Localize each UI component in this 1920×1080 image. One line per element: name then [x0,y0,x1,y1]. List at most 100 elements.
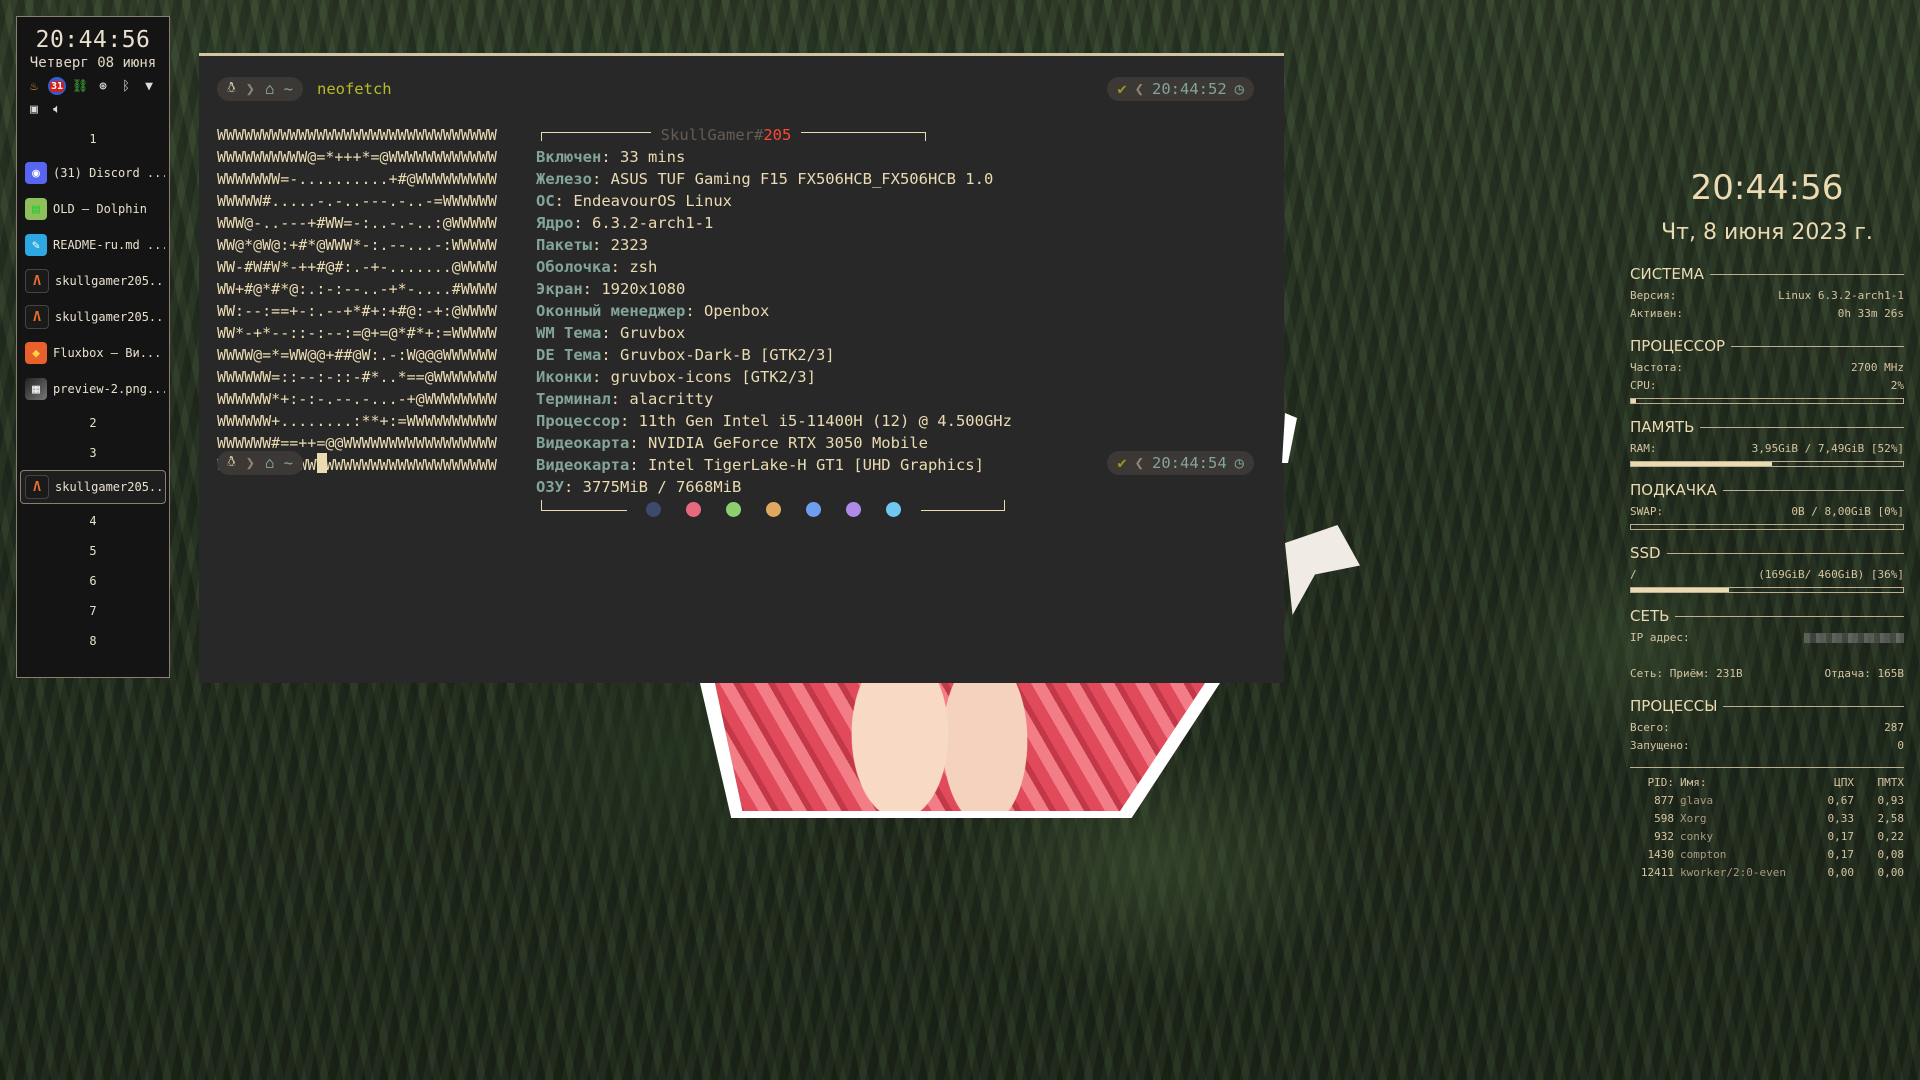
info-row: Терминал: alacritty [536,390,714,408]
workspace-4[interactable]: 4 [17,506,169,536]
info-row: Включен: 33 mins [536,148,686,166]
ascii-line: WWWWWW=::--:-::-#*..*==@WWWWWWW [217,368,497,386]
status-segment: ✔ ❮ 20:44:52 ◷ [1107,77,1254,101]
fire-icon[interactable]: ♨ [25,77,43,95]
taskbar-item[interactable]: Λskullgamer205... [20,470,166,504]
ssd-section: SSD / (169GiB/ 460GiB) [36%] [1630,544,1904,593]
info-header: SkullGamer#205 [536,124,1056,146]
info-value: EndeavourOS Linux [573,192,732,210]
ascii-line: WWWW@=*=WW@@+##@W:.-:W@@@WWWWWW [217,346,497,364]
network-icon[interactable]: ⛓ [71,77,89,95]
section-title: ПОДКАЧКА [1630,481,1904,499]
taskbar-item[interactable]: ◉ (31) Discord ... [20,156,166,190]
cpu-section: ПРОЦЕССОР Частота: 2700 MHz CPU: 2% [1630,337,1904,404]
process-table: PID: Имя: ЦПХ ПМТХ 877 glava 0,67 0,93 598 Xorg 0,… [1630,767,1904,882]
net-send: 165B [1877,667,1905,680]
workspace-1[interactable]: 1 [17,124,169,154]
taskbar-item[interactable]: ◆ Fluxbox — Ви... [20,336,166,370]
conky-clock: 20:44:56 [1690,168,1844,208]
chevron-left-icon: ❮ [1134,454,1144,472]
name-cell: kworker/2:0-even [1680,866,1786,879]
ip-address-redacted [1804,633,1904,643]
workspace-2[interactable]: 2 [17,408,169,438]
wallpaper-art-fragment [1282,413,1297,463]
discord-icon: ◉ [25,162,47,184]
workspace-3[interactable]: 3 [17,438,169,468]
ascii-line: WW+#@*#*@:.:-:--..-+*-....#WWWW [217,280,497,298]
process-row: 1430 compton 0,17 0,08 [1630,846,1905,864]
section-title: SSD [1630,544,1904,562]
pid-cell: PID: [1647,776,1675,789]
command-text: neofetch [316,80,392,98]
cpu-cell: 0,17 [1827,830,1855,843]
info-value: NVIDIA GeForce RTX 3050 Mobile [648,434,928,452]
info-rows: Включен: 33 mins Железо: ASUS TUF Gaming … [536,146,1056,498]
info-row: ОЗУ: 3775MiB / 7668MiB [536,478,742,496]
swap-bar [1630,524,1904,530]
cpu-cell: 0,67 [1827,794,1855,807]
network-section: СЕТЬ IP адрес: Сеть: Приём: 231B Отдача: … [1630,607,1905,680]
section-title: СИСТЕМА [1630,265,1904,283]
pid-cell: 932 [1654,830,1674,843]
taskbar-item[interactable]: ▦ preview-2.png... [20,372,166,406]
taskbar-item[interactable]: ✎ README-ru.md ... [20,228,166,262]
conky-widget: 20:44:56 Чт, 8 июня 2023 г. СИСТЕМА Верс… [1630,160,1904,882]
process-table-header: PID: Имя: ЦПХ ПМТХ [1630,774,1905,792]
home-icon: ⌂ ~ [264,454,293,472]
info-row: Оконный менеджер: Openbox [536,302,770,320]
ascii-line: WW:--:==+-:.--+*#+:+#@:-+:@WWWW [217,302,497,320]
process-row: 877 glava 0,67 0,93 [1630,792,1904,810]
name-cell: compton [1680,848,1727,861]
taskbar-item-label: skullgamer205... [55,480,166,494]
info-key: ОС [536,192,555,210]
taskbar-item[interactable]: Λskullgamer205... [20,264,166,298]
info-key: Включен [536,148,602,166]
ascii-line: WWWWWW*+:-:-.--.-...-+@WWWWWWWW [217,390,497,408]
calendar-icon[interactable]: 31 [48,77,66,95]
conky-date: Чт, 8 июня 2023 г. [1661,220,1873,245]
info-value: ASUS TUF Gaming F15 FX506HCB_FX506HCB 1.… [610,170,994,188]
clipboard-icon[interactable]: ▣ [25,100,43,118]
workspace-5[interactable]: 5 [17,536,169,566]
workspace-8[interactable]: 8 [17,626,169,656]
name-cell: Xorg [1680,812,1707,825]
info-key: Пакеты [536,236,592,254]
pid-cell: 877 [1654,794,1674,807]
prompt-segment: 🐧︎ ❯ ⌂ ~ [217,77,303,101]
info-key: DE Тема [536,346,602,364]
info-value: gruvbox-icons [GTK2/3] [610,368,816,386]
name-cell: Имя: [1680,776,1707,789]
alacritty-icon: Λ [25,305,49,329]
info-row: Пакеты: 2323 [536,236,648,254]
text-cursor[interactable] [316,453,327,473]
info-key: Видеокарта [536,456,630,474]
ascii-line: WWW@-..---+#WW=-:..-.-..:@WWWWW [217,214,497,232]
swap-section: ПОДКАЧКА SWAP: 0B / 8,00GiB [0%] [1630,481,1904,530]
neofetch-info: SkullGamer#205 Включен: 33 mins Железо: A… [536,124,1056,522]
memory-section: ПАМЯТЬ RAM: 3,95GiB / 7,49GiB [52%] [1630,418,1904,467]
info-value: 2323 [610,236,648,254]
prompt-path: ~ [283,80,293,98]
info-value: 11th Gen Intel i5-11400H (12) @ 4.500GHz [638,412,1012,430]
taskbar-item[interactable]: ▤ OLD — Dolphin [20,192,166,226]
wifi-icon[interactable]: ▼ [140,77,158,95]
chevron-left-icon: ❮ [1134,80,1144,98]
info-key: Железо [536,170,592,188]
name-cell: glava [1680,794,1714,807]
proc-running: 0 [1897,739,1904,752]
ram-usage: 3,95GiB / 7,49GiB [52%] [1751,442,1904,455]
terminal-window[interactable]: 🐧︎ ❯ ⌂ ~ neofetch ✔ ❮ 20:44:52 ◷ WWWWWWW… [199,53,1284,683]
firefox-icon: ◆ [25,342,47,364]
info-row: ОС: EndeavourOS Linux [536,192,732,210]
check-icon: ✔ [1117,80,1127,98]
kernel-version: Linux 6.3.2-arch1-1 [1778,289,1904,302]
ascii-line: WWWWWWWWWWWWWWWWWWWWWWWWWWWWWWW [217,126,497,144]
wallpaper-art-fragment [1285,525,1360,615]
left-panel: 20:44:56 Четверг 08 июня ♨ 31 ⛓ ⊛ ᛒ ▼ ▣ … [16,16,170,678]
bluetooth-icon[interactable]: ᛒ [117,77,135,95]
steam-icon[interactable]: ⊛ [94,77,112,95]
workspace-6[interactable]: 6 [17,566,169,596]
workspace-7[interactable]: 7 [17,596,169,626]
volume-icon[interactable]: 🔈︎ [48,100,66,118]
taskbar-item[interactable]: Λskullgamer205... [20,300,166,334]
